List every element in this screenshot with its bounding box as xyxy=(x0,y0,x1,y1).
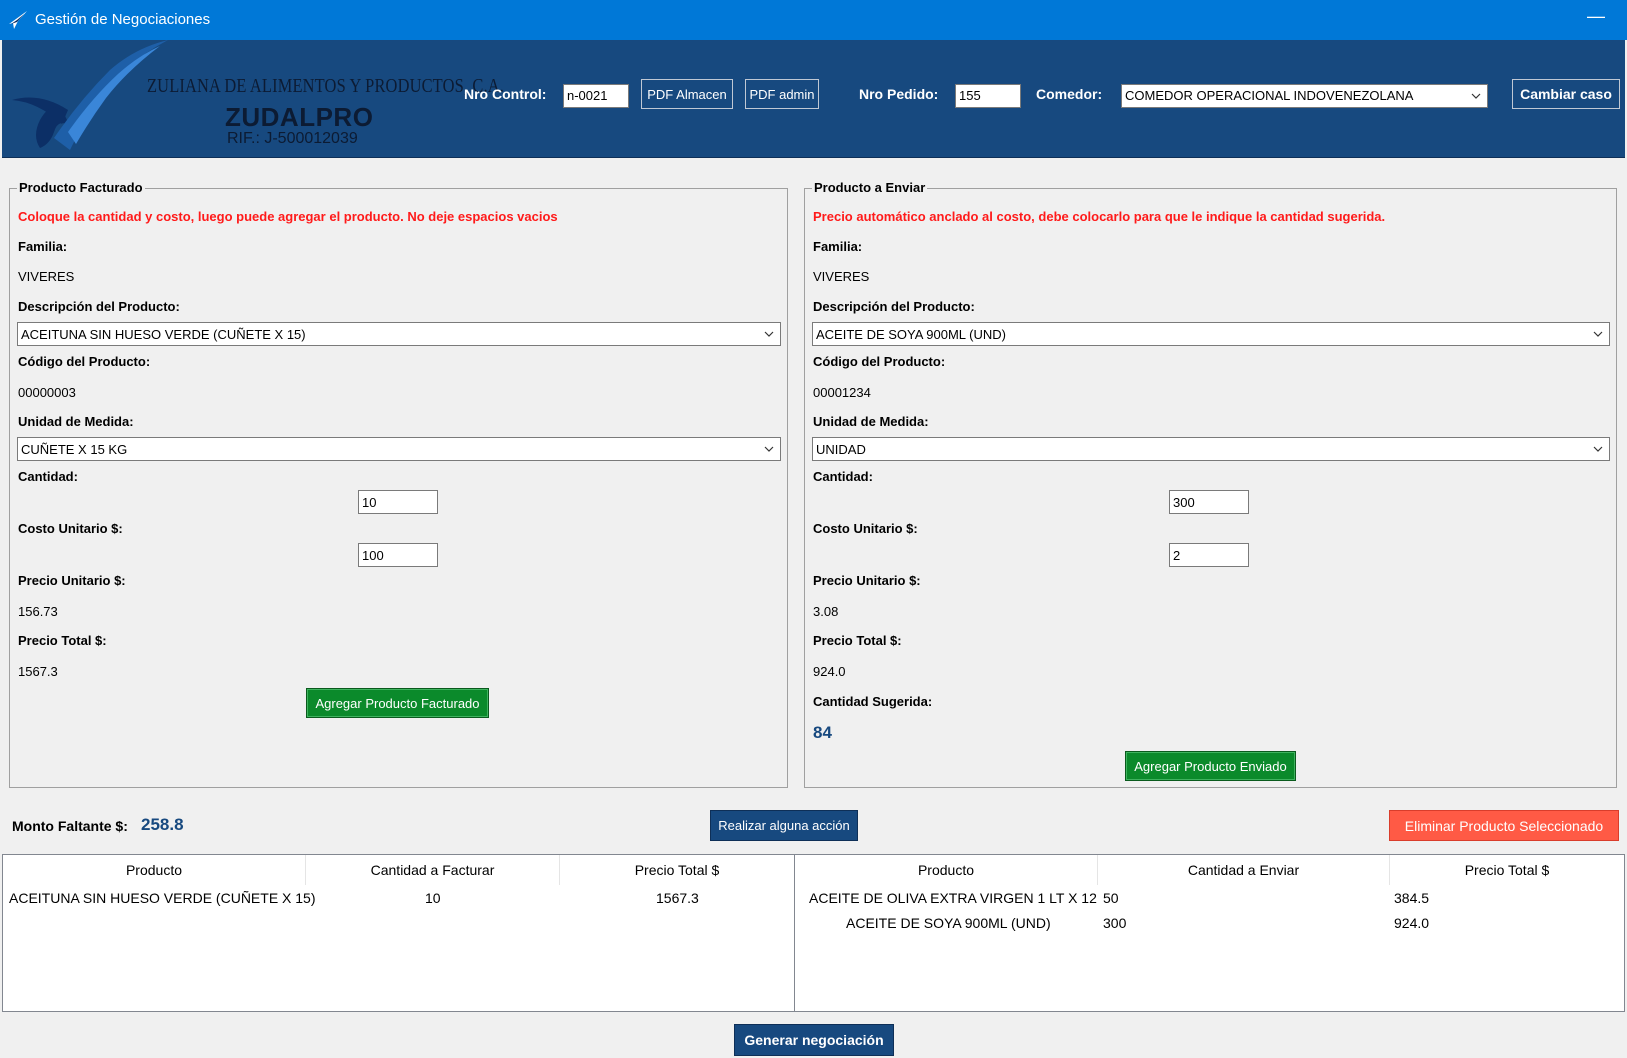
facturado-codigo-label: Código del Producto: xyxy=(18,354,151,369)
table-cell: 300 xyxy=(1103,915,1127,931)
facturado-unidad-label: Unidad de Medida: xyxy=(18,414,134,429)
facturado-familia-value: VIVERES xyxy=(18,269,75,284)
enviar-precio-unitario-label: Precio Unitario $: xyxy=(813,573,921,588)
enviar-costo-label: Costo Unitario $: xyxy=(813,521,918,536)
chevron-down-icon xyxy=(1593,446,1603,452)
producto-facturado-title: Producto Facturado xyxy=(17,180,145,195)
enviar-codigo-label: Código del Producto: xyxy=(813,354,946,369)
tabla-enviar[interactable]: Producto Cantidad a Enviar Precio Total … xyxy=(794,854,1625,1012)
chevron-down-icon xyxy=(764,446,774,452)
tabla-facturar[interactable]: Producto Cantidad a Facturar Precio Tota… xyxy=(2,854,795,1012)
enviar-unidad-label: Unidad de Medida: xyxy=(813,414,929,429)
header-banner: ZULIANA DE ALIMENTOS Y PRODUCTOS, C.A. Z… xyxy=(2,40,1625,158)
nro-control-input[interactable]: n-0021 xyxy=(563,84,629,108)
enviar-unidad-select[interactable]: UNIDAD xyxy=(812,437,1610,461)
app-logo-icon xyxy=(9,11,27,29)
enviar-sugerida-value: 84 xyxy=(813,723,832,742)
table-cell: 10 xyxy=(425,890,441,906)
enviar-precio-total-label: Precio Total $: xyxy=(813,633,902,648)
nro-control-label: Nro Control: xyxy=(464,86,547,102)
chevron-down-icon xyxy=(1471,93,1481,99)
nro-pedido-label: Nro Pedido: xyxy=(859,86,939,102)
title-bar: Gestión de Negociaciones — xyxy=(0,0,1627,40)
column-header-cantidad[interactable]: Cantidad a Enviar xyxy=(1098,855,1390,885)
company-logo-check-icon xyxy=(12,40,168,150)
monto-faltante-value: 258.8 xyxy=(141,815,184,834)
agregar-producto-enviado-button[interactable]: Agregar Producto Enviado xyxy=(1125,751,1296,781)
enviar-warning: Precio automático anclado al costo, debe… xyxy=(813,209,1386,224)
facturado-precio-total-label: Precio Total $: xyxy=(18,633,107,648)
enviar-familia-label: Familia: xyxy=(813,239,863,254)
enviar-familia-value: VIVERES xyxy=(813,269,870,284)
enviar-costo-input[interactable]: 2 xyxy=(1169,543,1249,567)
realizar-accion-button[interactable]: Realizar alguna acción xyxy=(710,810,858,841)
generar-negociacion-button[interactable]: Generar negociación xyxy=(734,1024,894,1056)
enviar-sugerida-label: Cantidad Sugerida: xyxy=(813,694,933,709)
producto-enviar-title: Producto a Enviar xyxy=(812,180,928,195)
agregar-producto-facturado-button[interactable]: Agregar Producto Facturado xyxy=(306,688,489,718)
facturado-familia-label: Familia: xyxy=(18,239,68,254)
facturado-descripcion-select[interactable]: ACEITUNA SIN HUESO VERDE (CUÑETE X 15) xyxy=(17,322,781,346)
pdf-almacen-button[interactable]: PDF Almacen xyxy=(641,79,733,109)
chevron-down-icon xyxy=(1593,331,1603,337)
column-header-precio-total[interactable]: Precio Total $ xyxy=(560,855,794,885)
enviar-precio-unitario-value: 3.08 xyxy=(813,604,839,619)
table-cell: 924.0 xyxy=(1394,915,1430,931)
enviar-descripcion-label: Descripción del Producto: xyxy=(813,299,975,314)
column-header-producto[interactable]: Producto xyxy=(795,855,1098,885)
table-cell: ACEITUNA SIN HUESO VERDE (CUÑETE X 15) xyxy=(9,890,316,906)
window-title: Gestión de Negociaciones xyxy=(35,11,211,28)
cambiar-caso-button[interactable]: Cambiar caso xyxy=(1512,79,1620,109)
table-cell: ACEITE DE SOYA 900ML (UND) xyxy=(846,915,1051,931)
facturado-precio-total-value: 1567.3 xyxy=(18,664,58,679)
table-cell: 384.5 xyxy=(1394,890,1430,906)
minimize-button[interactable]: — xyxy=(1587,6,1605,27)
facturado-descripcion-label: Descripción del Producto: xyxy=(18,299,180,314)
comedor-select-value: COMEDOR OPERACIONAL INDOVENEZOLANA xyxy=(1125,88,1414,103)
enviar-precio-total-value: 924.0 xyxy=(813,664,846,679)
facturado-descripcion-value: ACEITUNA SIN HUESO VERDE (CUÑETE X 15) xyxy=(21,327,306,342)
enviar-codigo-value: 00001234 xyxy=(813,385,871,400)
facturado-costo-input[interactable]: 100 xyxy=(358,543,438,567)
column-header-producto[interactable]: Producto xyxy=(3,855,306,885)
enviar-cantidad-label: Cantidad: xyxy=(813,469,873,484)
table-cell: ACEITE DE OLIVA EXTRA VIRGEN 1 LT X 12 xyxy=(809,890,1097,906)
chevron-down-icon xyxy=(764,331,774,337)
enviar-unidad-value: UNIDAD xyxy=(816,442,866,457)
facturado-unidad-select[interactable]: CUÑETE X 15 KG xyxy=(17,437,781,461)
enviar-cantidad-input[interactable]: 300 xyxy=(1169,490,1249,514)
enviar-descripcion-select[interactable]: ACEITE DE SOYA 900ML (UND) xyxy=(812,322,1610,346)
nro-pedido-input[interactable]: 155 xyxy=(955,84,1021,108)
facturado-precio-unitario-value: 156.73 xyxy=(18,604,58,619)
enviar-descripcion-value: ACEITE DE SOYA 900ML (UND) xyxy=(816,327,1006,342)
eliminar-producto-button[interactable]: Eliminar Producto Seleccionado xyxy=(1389,810,1619,841)
facturado-cantidad-input[interactable]: 10 xyxy=(358,490,438,514)
facturado-warning: Coloque la cantidad y costo, luego puede… xyxy=(18,209,558,224)
pdf-admin-button[interactable]: PDF admin xyxy=(745,79,819,109)
brand-name: ZUDALPRO xyxy=(225,102,374,132)
facturado-codigo-value: 00000003 xyxy=(18,385,76,400)
comedor-select[interactable]: COMEDOR OPERACIONAL INDOVENEZOLANA xyxy=(1121,84,1488,108)
company-rif: RIF.: J-500012039 xyxy=(227,130,358,147)
table-cell: 1567.3 xyxy=(656,890,699,906)
app-window: Gestión de Negociaciones — ZULIANA DE AL… xyxy=(0,0,1627,1058)
facturado-cantidad-label: Cantidad: xyxy=(18,469,78,484)
facturado-unidad-value: CUÑETE X 15 KG xyxy=(21,442,128,457)
facturado-precio-unitario-label: Precio Unitario $: xyxy=(18,573,126,588)
facturado-costo-label: Costo Unitario $: xyxy=(18,521,123,536)
company-name: ZULIANA DE ALIMENTOS Y PRODUCTOS, C.A. xyxy=(147,75,505,97)
column-header-precio-total[interactable]: Precio Total $ xyxy=(1390,855,1624,885)
column-header-cantidad[interactable]: Cantidad a Facturar xyxy=(306,855,560,885)
table-cell: 50 xyxy=(1103,890,1119,906)
comedor-label: Comedor: xyxy=(1036,86,1103,102)
monto-faltante-label: Monto Faltante $: xyxy=(12,818,128,834)
